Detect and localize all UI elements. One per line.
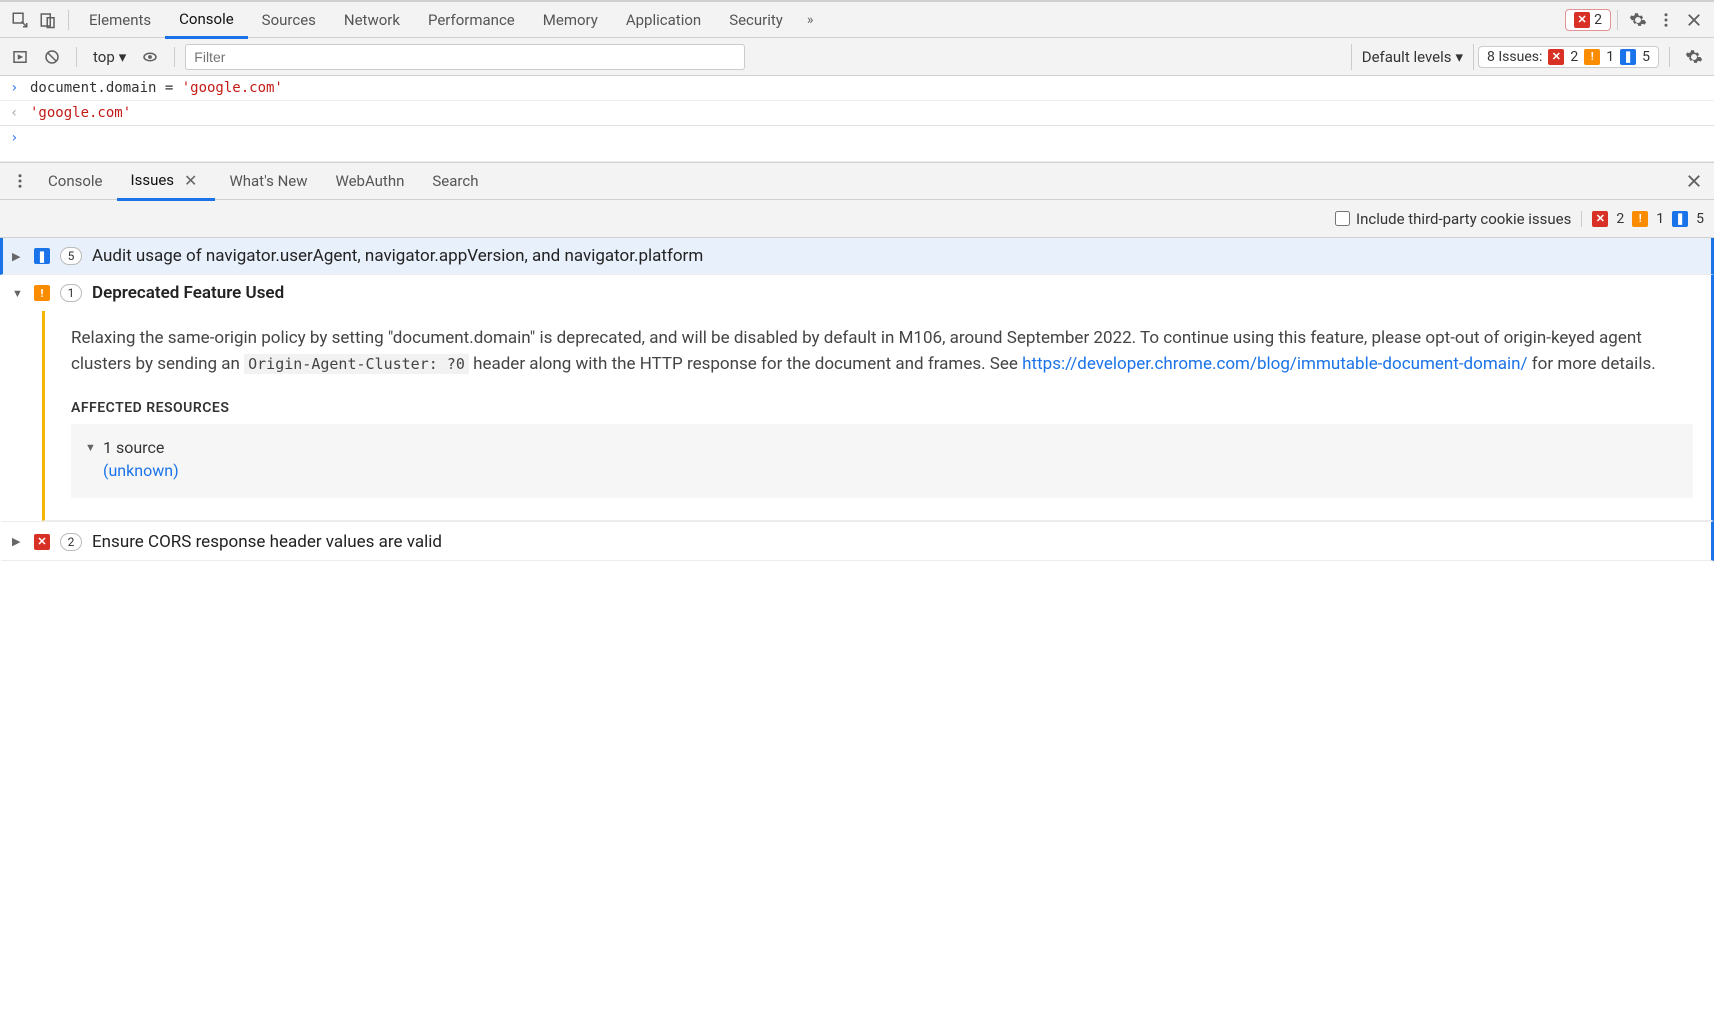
checkbox-label: Include third-party cookie issues bbox=[1356, 210, 1571, 228]
warn-count: 1 bbox=[1656, 211, 1664, 227]
close-tab-icon[interactable]: ✕ bbox=[180, 171, 201, 190]
affected-resources-header: Affected Resources bbox=[71, 400, 1693, 416]
result-value: 'google.com' bbox=[30, 105, 131, 121]
drawer-tab-label: Issues bbox=[131, 171, 175, 189]
issue-count: 5 bbox=[60, 247, 82, 265]
tab-sources[interactable]: Sources bbox=[248, 1, 330, 39]
source-toggle[interactable]: ▼ 1 source bbox=[85, 434, 1679, 461]
issue-count: 2 bbox=[60, 533, 82, 551]
drawer-tab-console[interactable]: Console bbox=[34, 162, 117, 200]
drawer-tab-issues[interactable]: Issues ✕ bbox=[117, 163, 216, 201]
include-third-party-checkbox[interactable]: Include third-party cookie issues bbox=[1335, 210, 1571, 228]
issue-title: Deprecated Feature Used bbox=[92, 283, 284, 303]
issue-title: Audit usage of navigator.userAgent, navi… bbox=[92, 246, 703, 266]
divider bbox=[1669, 47, 1670, 67]
divider bbox=[1617, 10, 1618, 30]
tab-security[interactable]: Security bbox=[715, 1, 797, 39]
context-label: top bbox=[93, 48, 115, 66]
console-settings-gear-icon[interactable] bbox=[1680, 43, 1708, 71]
tab-elements[interactable]: Elements bbox=[75, 1, 165, 39]
affected-resources-box: ▼ 1 source (unknown) bbox=[71, 424, 1693, 498]
caret-down-icon: ▾ bbox=[119, 48, 127, 66]
prompt-arrow-icon: › bbox=[10, 130, 22, 157]
main-tab-bar: Elements Console Sources Network Perform… bbox=[0, 0, 1714, 38]
tab-memory[interactable]: Memory bbox=[529, 1, 612, 39]
more-tabs-icon[interactable]: » bbox=[797, 12, 824, 28]
prompt-arrow-icon: › bbox=[10, 80, 22, 96]
levels-label: Default levels bbox=[1362, 48, 1452, 66]
tab-network[interactable]: Network bbox=[330, 1, 414, 39]
error-icon: ✕ bbox=[34, 534, 50, 550]
return-arrow-icon: ‹ bbox=[10, 105, 22, 121]
issues-info-count: 5 bbox=[1642, 49, 1650, 65]
info-count: 5 bbox=[1696, 211, 1704, 227]
close-devtools-icon[interactable] bbox=[1680, 6, 1708, 34]
console-output: › document.domain = 'google.com' ‹ 'goog… bbox=[0, 76, 1714, 162]
warning-icon: ! bbox=[34, 285, 50, 301]
source-count-label: 1 source bbox=[103, 438, 164, 457]
close-drawer-icon[interactable] bbox=[1680, 167, 1708, 195]
console-input-row[interactable]: › document.domain = 'google.com' bbox=[0, 76, 1714, 101]
filter-input[interactable] bbox=[185, 44, 745, 70]
error-icon: ✕ bbox=[1592, 211, 1608, 227]
caret-down-icon: ▾ bbox=[1455, 48, 1463, 66]
collapse-triangle-icon: ▼ bbox=[85, 441, 97, 454]
live-expression-icon[interactable] bbox=[136, 43, 164, 71]
divider bbox=[174, 47, 175, 67]
error-count-badge[interactable]: ✕ 2 bbox=[1565, 9, 1611, 31]
inspect-icon[interactable] bbox=[6, 6, 34, 34]
issue-deprecated-feature[interactable]: ▼ ! 1 Deprecated Feature Used bbox=[0, 275, 1714, 311]
issue-count-badges: ✕ 2 ! 1 ❚ 5 bbox=[1581, 211, 1704, 227]
issue-detail-panel: Relaxing the same-origin policy by setti… bbox=[42, 311, 1714, 521]
info-icon: ❚ bbox=[1620, 49, 1636, 65]
checkbox[interactable] bbox=[1335, 211, 1350, 226]
console-result-row[interactable]: ‹ 'google.com' bbox=[0, 101, 1714, 126]
expand-triangle-icon[interactable]: ▶ bbox=[12, 250, 24, 263]
tab-console[interactable]: Console bbox=[165, 1, 248, 39]
console-prompt-row[interactable]: › bbox=[0, 126, 1714, 162]
drawer-tab-webauthn[interactable]: WebAuthn bbox=[322, 162, 419, 200]
device-toggle-icon[interactable] bbox=[34, 6, 62, 34]
drawer-tab-whatsnew[interactable]: What's New bbox=[215, 162, 321, 200]
code-text: document.domain = bbox=[30, 80, 182, 96]
drawer-tab-search[interactable]: Search bbox=[418, 162, 492, 200]
warning-icon: ! bbox=[1632, 211, 1648, 227]
context-dropdown[interactable]: top ▾ bbox=[87, 48, 132, 66]
issues-toolbar: Include third-party cookie issues ✕ 2 ! … bbox=[0, 200, 1714, 238]
error-icon: ✕ bbox=[1548, 49, 1564, 65]
issues-label: 8 Issues: bbox=[1487, 49, 1542, 65]
issues-warn-count: 1 bbox=[1606, 49, 1614, 65]
info-icon: ❚ bbox=[34, 248, 50, 264]
issue-title: Ensure CORS response header values are v… bbox=[92, 532, 442, 552]
code-snippet: Origin-Agent-Cluster: ?0 bbox=[244, 354, 469, 374]
issue-audit-useragent[interactable]: ▶ ❚ 5 Audit usage of navigator.userAgent… bbox=[0, 238, 1714, 275]
expand-triangle-icon[interactable]: ▶ bbox=[12, 535, 24, 548]
code-string: 'google.com' bbox=[182, 80, 283, 96]
issues-summary-button[interactable]: 8 Issues: ✕ 2 ! 1 ❚ 5 bbox=[1478, 46, 1659, 68]
kebab-menu-icon[interactable] bbox=[1652, 6, 1680, 34]
doc-link[interactable]: https://developer.chrome.com/blog/immuta… bbox=[1022, 354, 1527, 374]
error-icon: ✕ bbox=[1574, 12, 1590, 28]
log-levels-dropdown[interactable]: Default levels ▾ bbox=[1351, 44, 1474, 70]
issue-cors[interactable]: ▶ ✕ 2 Ensure CORS response header values… bbox=[0, 521, 1714, 561]
error-count: 2 bbox=[1594, 12, 1602, 28]
issues-error-count: 2 bbox=[1570, 49, 1578, 65]
settings-gear-icon[interactable] bbox=[1624, 6, 1652, 34]
console-toolbar: top ▾ Default levels ▾ 8 Issues: ✕ 2 ! 1… bbox=[0, 38, 1714, 76]
tab-performance[interactable]: Performance bbox=[414, 1, 529, 39]
issue-count: 1 bbox=[60, 284, 82, 302]
warning-icon: ! bbox=[1584, 49, 1600, 65]
issue-description: Relaxing the same-origin policy by setti… bbox=[71, 325, 1693, 378]
toggle-sidebar-icon[interactable] bbox=[6, 43, 34, 71]
info-icon: ❚ bbox=[1672, 211, 1688, 227]
drawer-tab-bar: Console Issues ✕ What's New WebAuthn Sea… bbox=[0, 162, 1714, 200]
err-count: 2 bbox=[1616, 211, 1624, 227]
divider bbox=[68, 10, 69, 30]
clear-console-icon[interactable] bbox=[38, 43, 66, 71]
source-link[interactable]: (unknown) bbox=[85, 461, 1679, 480]
drawer-menu-icon[interactable] bbox=[6, 167, 34, 195]
tab-application[interactable]: Application bbox=[612, 1, 715, 39]
divider bbox=[76, 47, 77, 67]
collapse-triangle-icon[interactable]: ▼ bbox=[12, 287, 24, 300]
